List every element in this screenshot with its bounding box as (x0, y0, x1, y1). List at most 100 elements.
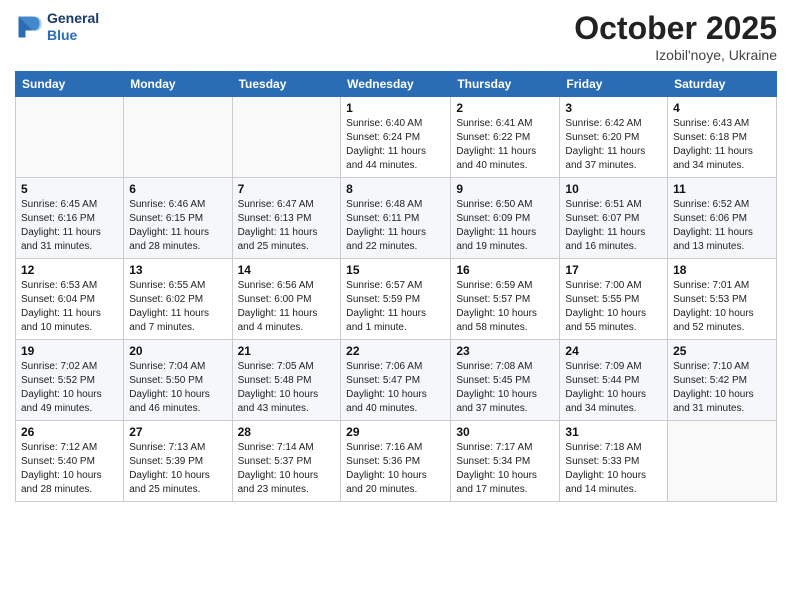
weekday-header: Saturday (668, 72, 777, 97)
day-number: 8 (346, 182, 445, 196)
week-row: 5Sunrise: 6:45 AM Sunset: 6:16 PM Daylig… (16, 178, 777, 259)
weekday-header: Friday (560, 72, 668, 97)
week-row: 26 Sunrise: 7:12 AM Sunset: 5:40 PM Dayli… (16, 421, 777, 502)
day-info: Sunrise: 6:52 AM Sunset: 6:06 PM Dayligh… (673, 198, 771, 254)
calendar-cell: 2 Sunrise: 6:41 AM Sunset: 6:22 PM Daylig… (451, 97, 560, 178)
week-row: 19Sunrise: 7:02 AM Sunset: 5:52 PM Dayli… (16, 340, 777, 421)
day-number: 30 (456, 425, 554, 439)
weekday-row: SundayMondayTuesdayWednesdayThursdayFrid… (16, 72, 777, 97)
month-title: October 2025 (574, 10, 777, 47)
week-row: 1Sunrise: 6:40 AM Sunset: 6:24 PM Daylig… (16, 97, 777, 178)
day-info: Sunrise: 7:17 AM Sunset: 5:34 PM Dayligh… (456, 441, 554, 497)
day-number: 18 (673, 263, 771, 277)
day-number: 22 (346, 344, 445, 358)
calendar-cell: 26 Sunrise: 7:12 AM Sunset: 5:40 PM Dayli… (16, 421, 124, 502)
day-number: 29 (346, 425, 445, 439)
weekday-header: Thursday (451, 72, 560, 97)
calendar-cell: 30 Sunrise: 7:17 AM Sunset: 5:34 PM Dayli… (451, 421, 560, 502)
day-info: Sunrise: 7:04 AM Sunset: 5:50 PM Dayligh… (129, 360, 226, 416)
day-info: Sunrise: 6:43 AM Sunset: 6:18 PM Dayligh… (673, 117, 771, 173)
calendar-cell: 23 Sunrise: 7:08 AM Sunset: 5:45 PM Dayli… (451, 340, 560, 421)
calendar-cell: 15Sunrise: 6:57 AM Sunset: 5:59 PM Dayli… (341, 259, 451, 340)
day-info: Sunrise: 7:06 AM Sunset: 5:47 PM Dayligh… (346, 360, 445, 416)
calendar-cell: 24 Sunrise: 7:09 AM Sunset: 5:44 PM Dayli… (560, 340, 668, 421)
day-number: 4 (673, 101, 771, 115)
page: General Blue October 2025 Izobil'noye, U… (0, 0, 792, 612)
day-number: 26 (21, 425, 118, 439)
day-info: Sunrise: 7:18 AM Sunset: 5:33 PM Dayligh… (565, 441, 662, 497)
day-info: Sunrise: 7:08 AM Sunset: 5:45 PM Dayligh… (456, 360, 554, 416)
day-info: Sunrise: 7:10 AM Sunset: 5:42 PM Dayligh… (673, 360, 771, 416)
day-number: 2 (456, 101, 554, 115)
calendar-cell: 22 Sunrise: 7:06 AM Sunset: 5:47 PM Dayli… (341, 340, 451, 421)
day-info: Sunrise: 6:47 AM Sunset: 6:13 PM Dayligh… (238, 198, 336, 254)
day-number: 5 (21, 182, 118, 196)
calendar-cell: 20 Sunrise: 7:04 AM Sunset: 5:50 PM Dayli… (124, 340, 232, 421)
day-number: 1 (346, 101, 445, 115)
day-info: Sunrise: 6:51 AM Sunset: 6:07 PM Dayligh… (565, 198, 662, 254)
day-number: 13 (129, 263, 226, 277)
calendar-cell: 16 Sunrise: 6:59 AM Sunset: 5:57 PM Dayli… (451, 259, 560, 340)
day-number: 9 (456, 182, 554, 196)
day-info: Sunrise: 7:12 AM Sunset: 5:40 PM Dayligh… (21, 441, 118, 497)
calendar-header: SundayMondayTuesdayWednesdayThursdayFrid… (16, 72, 777, 97)
day-info: Sunrise: 6:57 AM Sunset: 5:59 PM Dayligh… (346, 279, 445, 335)
location: Izobil'noye, Ukraine (574, 47, 777, 63)
day-number: 17 (565, 263, 662, 277)
day-info: Sunrise: 6:46 AM Sunset: 6:15 PM Dayligh… (129, 198, 226, 254)
header: General Blue October 2025 Izobil'noye, U… (15, 10, 777, 63)
day-info: Sunrise: 7:00 AM Sunset: 5:55 PM Dayligh… (565, 279, 662, 335)
weekday-header: Sunday (16, 72, 124, 97)
calendar-cell: 12Sunrise: 6:53 AM Sunset: 6:04 PM Dayli… (16, 259, 124, 340)
day-number: 25 (673, 344, 771, 358)
day-info: Sunrise: 6:48 AM Sunset: 6:11 PM Dayligh… (346, 198, 445, 254)
calendar-cell: 5Sunrise: 6:45 AM Sunset: 6:16 PM Daylig… (16, 178, 124, 259)
logo-text: General Blue (47, 10, 99, 44)
day-number: 31 (565, 425, 662, 439)
calendar-table: SundayMondayTuesdayWednesdayThursdayFrid… (15, 71, 777, 502)
calendar-cell (668, 421, 777, 502)
day-info: Sunrise: 6:41 AM Sunset: 6:22 PM Dayligh… (456, 117, 554, 173)
day-number: 16 (456, 263, 554, 277)
calendar-cell: 8 Sunrise: 6:48 AM Sunset: 6:11 PM Daylig… (341, 178, 451, 259)
day-number: 20 (129, 344, 226, 358)
calendar-cell: 19Sunrise: 7:02 AM Sunset: 5:52 PM Dayli… (16, 340, 124, 421)
day-number: 14 (238, 263, 336, 277)
day-number: 11 (673, 182, 771, 196)
calendar-cell: 18 Sunrise: 7:01 AM Sunset: 5:53 PM Dayli… (668, 259, 777, 340)
calendar-cell: 17 Sunrise: 7:00 AM Sunset: 5:55 PM Dayli… (560, 259, 668, 340)
day-info: Sunrise: 7:14 AM Sunset: 5:37 PM Dayligh… (238, 441, 336, 497)
day-info: Sunrise: 6:59 AM Sunset: 5:57 PM Dayligh… (456, 279, 554, 335)
calendar-cell: 27 Sunrise: 7:13 AM Sunset: 5:39 PM Dayli… (124, 421, 232, 502)
day-info: Sunrise: 6:56 AM Sunset: 6:00 PM Dayligh… (238, 279, 336, 335)
calendar-cell: 10 Sunrise: 6:51 AM Sunset: 6:07 PM Dayli… (560, 178, 668, 259)
weekday-header: Monday (124, 72, 232, 97)
day-info: Sunrise: 6:50 AM Sunset: 6:09 PM Dayligh… (456, 198, 554, 254)
day-number: 12 (21, 263, 118, 277)
day-number: 6 (129, 182, 226, 196)
day-info: Sunrise: 7:13 AM Sunset: 5:39 PM Dayligh… (129, 441, 226, 497)
day-info: Sunrise: 6:42 AM Sunset: 6:20 PM Dayligh… (565, 117, 662, 173)
day-number: 3 (565, 101, 662, 115)
day-number: 10 (565, 182, 662, 196)
calendar-cell: 4 Sunrise: 6:43 AM Sunset: 6:18 PM Daylig… (668, 97, 777, 178)
title-block: October 2025 Izobil'noye, Ukraine (574, 10, 777, 63)
calendar-cell: 21Sunrise: 7:05 AM Sunset: 5:48 PM Dayli… (232, 340, 341, 421)
calendar-cell: 28Sunrise: 7:14 AM Sunset: 5:37 PM Dayli… (232, 421, 341, 502)
weekday-header: Wednesday (341, 72, 451, 97)
day-number: 24 (565, 344, 662, 358)
day-number: 21 (238, 344, 336, 358)
day-number: 27 (129, 425, 226, 439)
day-number: 23 (456, 344, 554, 358)
day-number: 19 (21, 344, 118, 358)
calendar-cell: 9 Sunrise: 6:50 AM Sunset: 6:09 PM Daylig… (451, 178, 560, 259)
logo-icon (15, 13, 43, 41)
day-info: Sunrise: 7:09 AM Sunset: 5:44 PM Dayligh… (565, 360, 662, 416)
calendar-cell: 31 Sunrise: 7:18 AM Sunset: 5:33 PM Dayli… (560, 421, 668, 502)
calendar-cell: 6 Sunrise: 6:46 AM Sunset: 6:15 PM Daylig… (124, 178, 232, 259)
day-info: Sunrise: 6:55 AM Sunset: 6:02 PM Dayligh… (129, 279, 226, 335)
day-info: Sunrise: 7:01 AM Sunset: 5:53 PM Dayligh… (673, 279, 771, 335)
calendar-cell: 25 Sunrise: 7:10 AM Sunset: 5:42 PM Dayli… (668, 340, 777, 421)
calendar-cell: 3 Sunrise: 6:42 AM Sunset: 6:20 PM Daylig… (560, 97, 668, 178)
day-number: 7 (238, 182, 336, 196)
